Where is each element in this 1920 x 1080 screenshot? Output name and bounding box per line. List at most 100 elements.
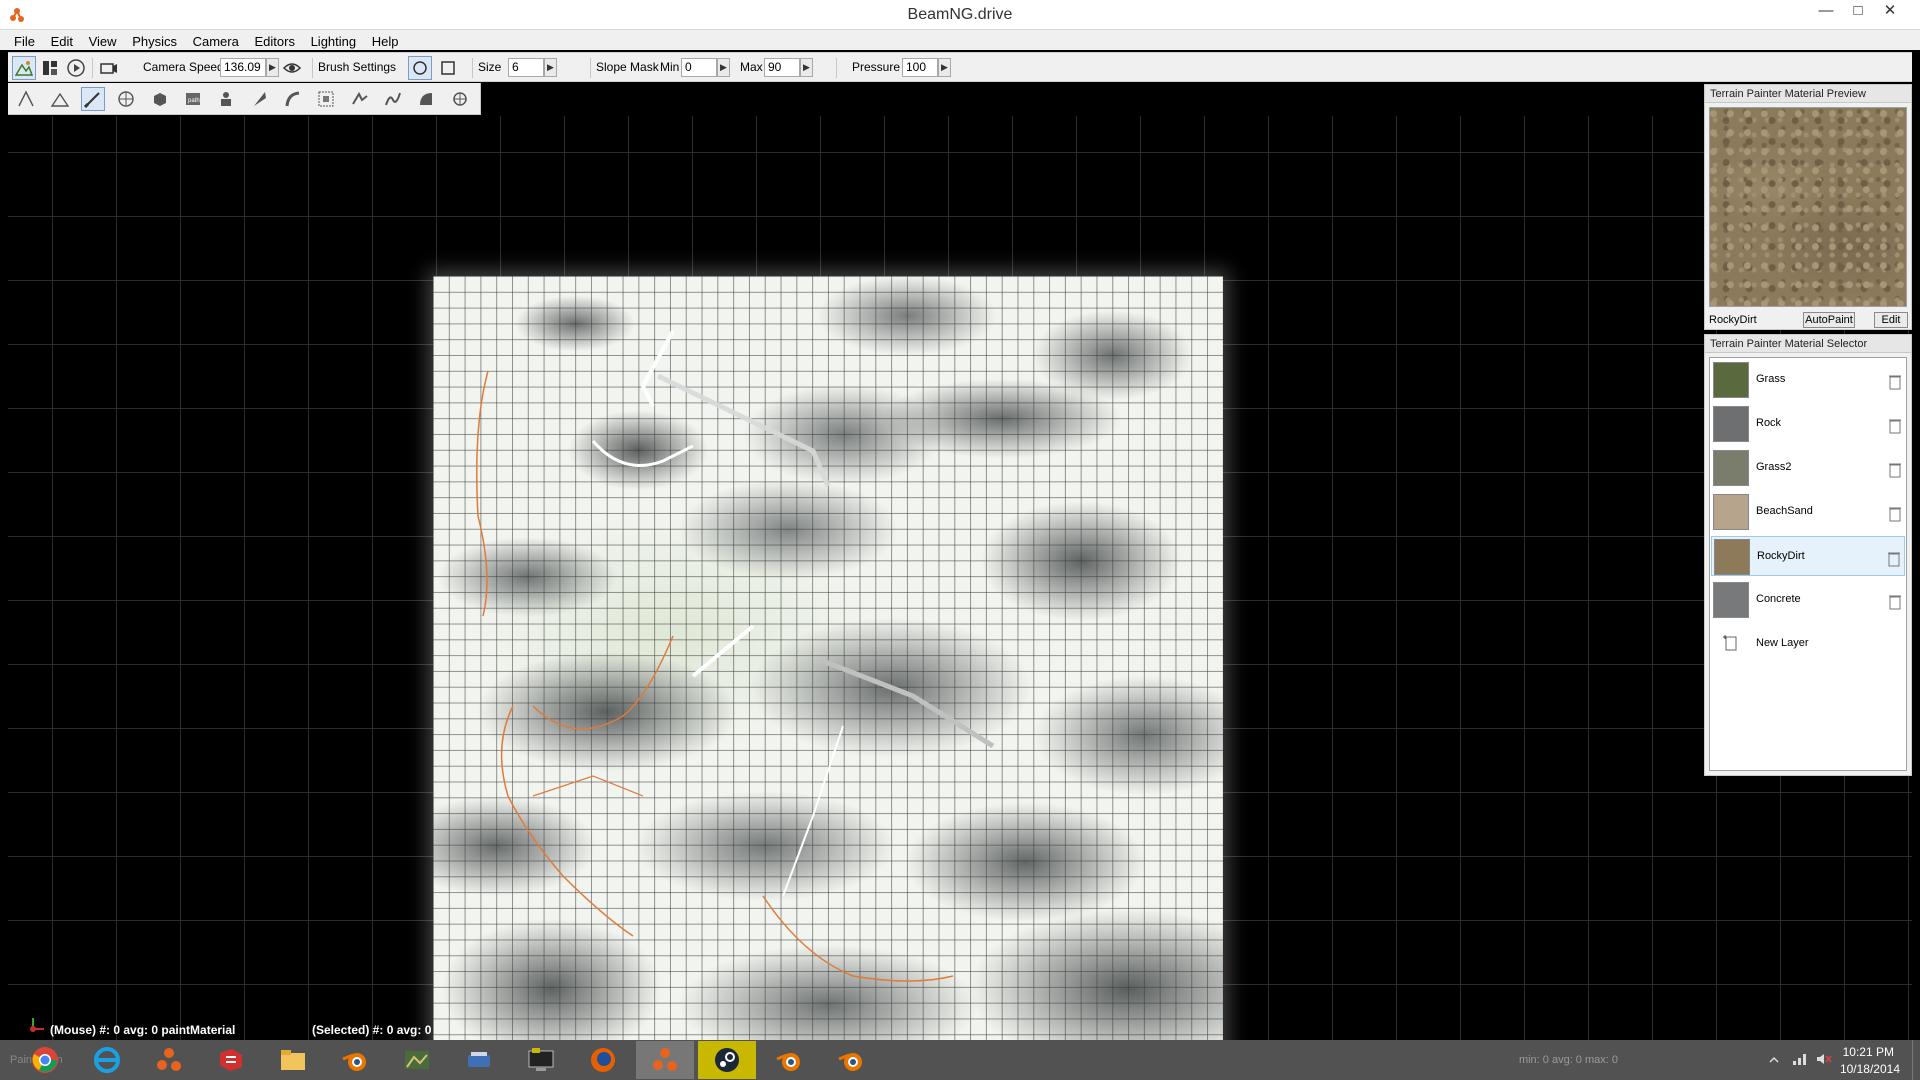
- menu-physics[interactable]: Physics: [126, 31, 183, 50]
- raise-tool-icon[interactable]: [48, 87, 72, 111]
- new-layer-label: New Layer: [1756, 637, 1809, 649]
- material-name: BeachSand: [1756, 505, 1813, 517]
- max-input[interactable]: 90: [764, 58, 800, 77]
- beamng-icon[interactable]: [140, 1041, 198, 1079]
- game-icon[interactable]: [388, 1041, 446, 1079]
- menu-help[interactable]: Help: [366, 31, 405, 50]
- material-thumbnail: [1713, 362, 1749, 398]
- road-icon[interactable]: [281, 87, 305, 111]
- delete-material-icon[interactable]: [1889, 374, 1901, 390]
- selected-status-text: (Selected) #: 0 avg: 0: [312, 1023, 432, 1037]
- volume-muted-icon[interactable]: [1816, 1052, 1832, 1066]
- menu-view[interactable]: View: [83, 31, 123, 50]
- pressure-input[interactable]: 100: [902, 58, 938, 77]
- material-thumbnail: [1713, 450, 1749, 486]
- brush-settings-label: Brush Settings: [318, 60, 397, 74]
- menu-editors[interactable]: Editors: [248, 31, 300, 50]
- camera-speed-arrow[interactable]: ▶: [266, 58, 279, 77]
- material-thumbnail: [1713, 494, 1749, 530]
- material-row-rockydirt[interactable]: RockyDirt: [1711, 536, 1905, 576]
- material-list: Grass Rock Grass2 BeachSand RockyDirt Co…: [1709, 357, 1907, 771]
- close-button[interactable]: ✕: [1874, 0, 1906, 24]
- clock-date[interactable]: 10/18/2014: [1840, 1062, 1900, 1076]
- max-label: Max: [740, 60, 763, 74]
- circle-brush-icon[interactable]: [408, 56, 432, 80]
- size-arrow[interactable]: ▶: [544, 58, 557, 77]
- steam-icon[interactable]: [698, 1041, 756, 1079]
- decal-icon[interactable]: [414, 87, 438, 111]
- path-icon[interactable]: path: [181, 87, 205, 111]
- visibility-eye-icon[interactable]: [280, 56, 304, 80]
- material-row-beachsand[interactable]: BeachSand: [1711, 492, 1905, 532]
- maximize-button[interactable]: □: [1842, 0, 1874, 24]
- firefox-icon[interactable]: [574, 1041, 632, 1079]
- size-input[interactable]: 6: [508, 58, 544, 77]
- delete-material-icon[interactable]: [1889, 594, 1901, 610]
- terrain-map[interactable]: [433, 276, 1223, 1068]
- autopaint-button[interactable]: AutoPaint: [1803, 312, 1855, 328]
- explorer-icon[interactable]: [264, 1041, 322, 1079]
- clock-time[interactable]: 10:21 PM: [1843, 1045, 1894, 1059]
- material-name: Grass: [1756, 373, 1786, 385]
- camera-speed-label: Camera Speed: [143, 60, 224, 74]
- edit-material-button[interactable]: Edit: [1874, 312, 1908, 328]
- chrome-icon[interactable]: [16, 1041, 74, 1079]
- menu-camera[interactable]: Camera: [187, 31, 245, 50]
- min-arrow[interactable]: ▶: [717, 58, 730, 77]
- 3d-viewport[interactable]: [8, 116, 1912, 1068]
- river-icon[interactable]: [381, 87, 405, 111]
- beamng-active-icon[interactable]: [636, 1041, 694, 1079]
- square-brush-icon[interactable]: [436, 56, 460, 80]
- terrain-tools-toolbar: path: [8, 83, 481, 115]
- tray-expand-icon[interactable]: [1768, 1054, 1780, 1066]
- cube-icon[interactable]: [148, 87, 172, 111]
- delete-material-icon[interactable]: [1889, 462, 1901, 478]
- pressure-arrow[interactable]: ▶: [938, 58, 951, 77]
- min-input[interactable]: 0: [681, 58, 717, 77]
- material-name: Rock: [1756, 417, 1782, 429]
- blender-icon[interactable]: [822, 1041, 880, 1079]
- blender-icon[interactable]: [326, 1041, 384, 1079]
- material-row-grass[interactable]: Grass: [1711, 360, 1905, 400]
- material-row-grass2[interactable]: Grass2: [1711, 448, 1905, 488]
- axis-gizmo: [30, 1018, 44, 1032]
- delete-material-icon[interactable]: [1889, 506, 1901, 522]
- material-row-rock[interactable]: Rock: [1711, 404, 1905, 444]
- material-selector-panel: Terrain Painter Material Selector Grass …: [1704, 334, 1912, 776]
- light-icon[interactable]: [448, 87, 472, 111]
- material-row-concrete[interactable]: Concrete: [1711, 580, 1905, 620]
- paint-brush-icon[interactable]: [81, 87, 105, 111]
- ie-icon[interactable]: [78, 1041, 136, 1079]
- menu-lighting[interactable]: Lighting: [305, 31, 363, 50]
- play-icon[interactable]: [64, 56, 88, 80]
- tray-stats-text: min: 0 avg: 0 max: 0: [1518, 1054, 1618, 1066]
- mesh-road-icon[interactable]: [348, 87, 372, 111]
- slope-mask-label: Slope Mask: [596, 60, 659, 74]
- windows-taskbar: Paint ... on min: 0 avg: 0 max: 0: [0, 1040, 1920, 1080]
- select-tool-icon[interactable]: [14, 87, 38, 111]
- terminal-icon[interactable]: [512, 1041, 570, 1079]
- main-toolbar: Camera Speed 136.09 ▶ Brush Settings Siz…: [8, 52, 1912, 82]
- gui-editor-icon[interactable]: [38, 56, 62, 80]
- minimize-button[interactable]: —: [1810, 0, 1842, 24]
- menu-edit[interactable]: Edit: [45, 31, 79, 50]
- camera-icon[interactable]: [96, 56, 120, 80]
- delete-material-icon[interactable]: [1888, 551, 1900, 567]
- scanner-icon[interactable]: [450, 1041, 508, 1079]
- camera-speed-input[interactable]: 136.09: [220, 58, 266, 77]
- transform-icon[interactable]: [314, 87, 338, 111]
- actor-icon[interactable]: [214, 87, 238, 111]
- forest-brush-icon[interactable]: [248, 87, 272, 111]
- max-arrow[interactable]: ▶: [800, 58, 813, 77]
- network-icon[interactable]: [1792, 1052, 1808, 1066]
- sketchup-icon[interactable]: [202, 1041, 260, 1079]
- globe-icon[interactable]: [114, 87, 138, 111]
- delete-material-icon[interactable]: [1889, 418, 1901, 434]
- blender-icon[interactable]: [760, 1041, 818, 1079]
- size-label: Size: [478, 60, 502, 74]
- pressure-label: Pressure: [852, 60, 901, 74]
- show-desktop-button[interactable]: [1912, 1040, 1920, 1080]
- world-editor-icon[interactable]: [12, 56, 36, 80]
- new-layer-row[interactable]: New Layer: [1711, 624, 1905, 664]
- menu-file[interactable]: File: [8, 31, 41, 50]
